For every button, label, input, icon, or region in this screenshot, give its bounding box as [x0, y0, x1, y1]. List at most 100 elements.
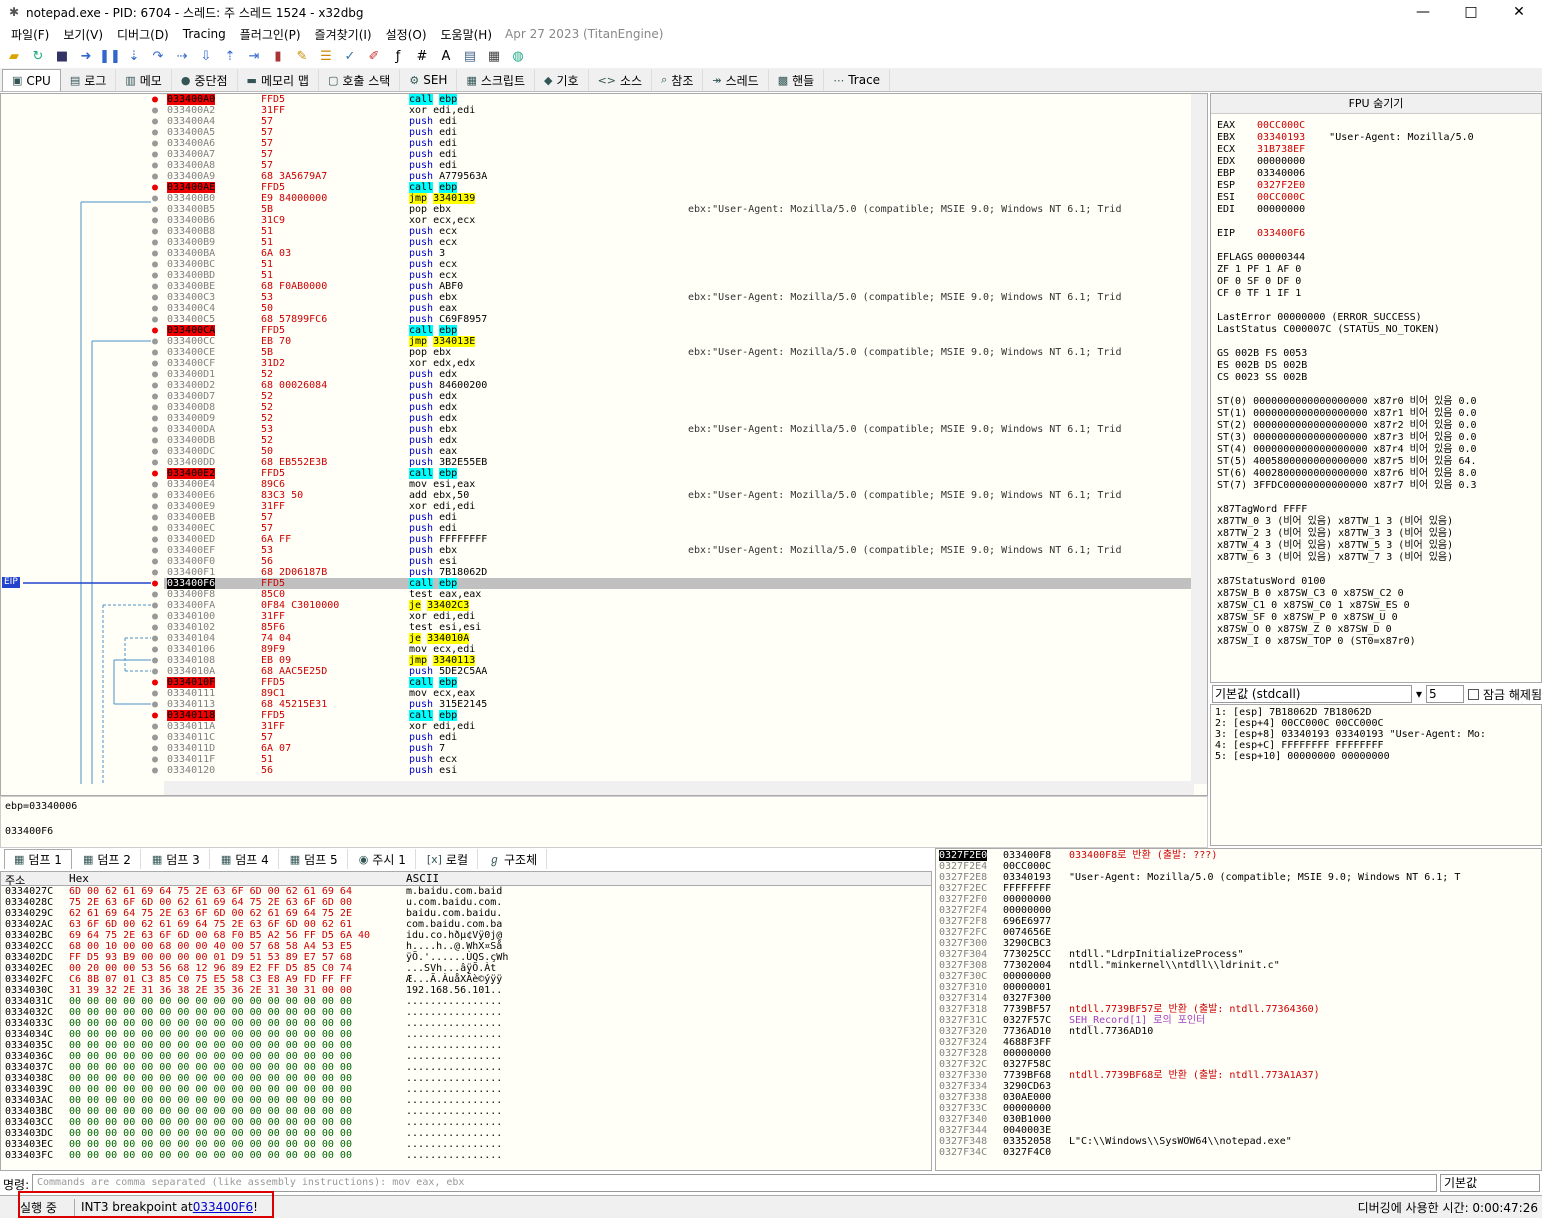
disasm-row[interactable]: 033400FA 0F84 C3010000 je 33402C3	[164, 600, 1194, 611]
register-line[interactable]: ES 002B DS 002B	[1211, 360, 1541, 372]
breakpoint-slot[interactable]	[152, 646, 158, 653]
register-line[interactable]: ST(1) 0000000000000000000 x87r1 비어 있음 0.…	[1211, 408, 1541, 420]
close-icon[interactable]: ■	[52, 46, 72, 66]
register-value[interactable]: 00000344	[1257, 252, 1305, 263]
dump-col-ascii[interactable]: ASCII	[406, 872, 439, 885]
stack-row[interactable]: 0327F2F0 00000000	[936, 894, 1541, 905]
disasm-row[interactable]: 033400CE 5B pop ebx ebx:"User-Agent: Mozill…	[164, 347, 1194, 358]
breakpoint-slot[interactable]	[152, 657, 158, 664]
execute-till-return-icon[interactable]: ⇡	[220, 46, 240, 66]
dump-row[interactable]: 0334028C 75 2E 63 6F 6D 00 62 61 69 64 75…	[1, 897, 931, 908]
breakpoint-dot[interactable]	[152, 470, 158, 477]
stack-row[interactable]: 0327F338 030AE000	[936, 1092, 1541, 1103]
menu-item[interactable]: 도움말(H)	[434, 26, 500, 43]
tab-8[interactable]: ▦ 스크립트	[457, 69, 536, 91]
dump-row[interactable]: 033403DC 00 00 00 00 00 00 00 00 00 00 00…	[1, 1128, 931, 1139]
disasm-row[interactable]: 033400B8 51 push ecx	[164, 226, 1194, 237]
breakpoint-slot[interactable]	[152, 426, 158, 433]
disasm-row[interactable]: 033400CA FFD5 call ebp	[164, 325, 1194, 336]
tab-2[interactable]: ▤ 로그	[61, 69, 117, 91]
register-line[interactable]: x87TW_0 3 (비어 있음) x87TW_1 3 (비어 있음)	[1211, 516, 1541, 528]
tab-11[interactable]: ⌕ 참조	[652, 69, 704, 91]
dump-row[interactable]: 0334034C 00 00 00 00 00 00 00 00 00 00 00…	[1, 1029, 931, 1040]
disasm-row[interactable]: 033400A8 57 push edi	[164, 160, 1194, 171]
disasm-row[interactable]: 033400A6 57 push edi	[164, 138, 1194, 149]
dump-row[interactable]: 033403CC 00 00 00 00 00 00 00 00 00 00 00…	[1, 1117, 931, 1128]
register-line[interactable]: ST(6) 4002800000000000000 x87r6 비어 있음 8.…	[1211, 468, 1541, 480]
register-line[interactable]: EFLAGS 00000344	[1211, 252, 1541, 264]
disasm-row[interactable]: 033400E2 FFD5 call ebp	[164, 468, 1194, 479]
register-line[interactable]: ST(2) 0000000000000000000 x87r2 비어 있음 0.…	[1211, 420, 1541, 432]
tab-10[interactable]: <> 소스	[589, 69, 653, 91]
register-line[interactable]: EDX 00000000	[1211, 156, 1541, 168]
register-line[interactable]: EDI 00000000	[1211, 204, 1541, 216]
stack-row[interactable]: 0327F314 0327F300	[936, 993, 1541, 1004]
disasm-row[interactable]: 033400EC 57 push edi	[164, 523, 1194, 534]
register-line[interactable]: LastStatus C000007C (STATUS_NO_TOKEN)	[1211, 324, 1541, 336]
minimize-button[interactable]: —	[1400, 0, 1446, 24]
disasm-row[interactable]: 033400A0 FFD5 call ebp	[164, 94, 1194, 105]
breakpoint-slot[interactable]	[152, 107, 158, 114]
disasm-row[interactable]: 033400A4 57 push edi	[164, 116, 1194, 127]
stack-row[interactable]: 0327F304 773025CC ntdll."LdrpInitializePro…	[936, 949, 1541, 960]
stack-arg-line[interactable]: 2: [esp+4] 00CC000C 00CC000C	[1215, 718, 1537, 729]
dump-row[interactable]: 0334030C 31 39 32 2E 31 36 38 2E 35 36 2E…	[1, 985, 931, 996]
stack-arg-line[interactable]: 5: [esp+10] 00000000 00000000	[1215, 751, 1537, 762]
lock-checkbox[interactable]	[1468, 688, 1479, 700]
disasm-row[interactable]: 0334011F 51 push ecx	[164, 754, 1194, 765]
register-line[interactable]: x87SW_C1 0 x87SW_C0 1 x87SW_ES 0	[1211, 600, 1541, 612]
dump-row[interactable]: 0334031C 00 00 00 00 00 00 00 00 00 00 00…	[1, 996, 931, 1007]
disasm-row[interactable]: 033400BC 51 push ecx	[164, 259, 1194, 270]
breakpoint-dot[interactable]	[152, 327, 158, 334]
dump-row[interactable]: 033403EC 00 00 00 00 00 00 00 00 00 00 00…	[1, 1139, 931, 1150]
stack-row[interactable]: 0327F334 3290CD63	[936, 1081, 1541, 1092]
breakpoint-slot[interactable]	[152, 437, 158, 444]
register-line[interactable]: ESI 00CC000C	[1211, 192, 1541, 204]
register-line[interactable]: x87TW_2 3 (비어 있음) x87TW_3 3 (비어 있음)	[1211, 528, 1541, 540]
disasm-row[interactable]: 03340113 68 45215E31 push 315E2145	[164, 699, 1194, 710]
breakpoint-slot[interactable]	[152, 701, 158, 708]
register-line[interactable]	[1211, 492, 1541, 504]
stack-row[interactable]: 0327F2FC 0074656E	[936, 927, 1541, 938]
stack-row[interactable]: 0327F34C 0327F4C0	[936, 1147, 1541, 1158]
stack-row[interactable]: 0327F2F4 00000000	[936, 905, 1541, 916]
breakpoint-slot[interactable]	[152, 415, 158, 422]
stack-pane[interactable]: 0327F2E0 033400F8 033400F8로 반환 (출발: ???) 03…	[935, 848, 1542, 1171]
register-value[interactable]: 31B738EF	[1257, 144, 1305, 155]
register-value[interactable]: 00CC000C	[1257, 192, 1305, 203]
disasm-row[interactable]: 033400EB 57 push edi	[164, 512, 1194, 523]
register-line[interactable]	[1211, 336, 1541, 348]
register-line[interactable]: ST(3) 0000000000000000000 x87r3 비어 있음 0.…	[1211, 432, 1541, 444]
dump-row[interactable]: 0334038C 00 00 00 00 00 00 00 00 00 00 00…	[1, 1073, 931, 1084]
register-line[interactable]	[1211, 564, 1541, 576]
register-line[interactable]: ST(0) 0000000000000000000 x87r0 비어 있음 0.…	[1211, 396, 1541, 408]
stack-row[interactable]: 0327F318 7739BF57 ntdll.7739BF57로 반환 (출발: …	[936, 1004, 1541, 1015]
dump-row[interactable]: 0334033C 00 00 00 00 00 00 00 00 00 00 00…	[1, 1018, 931, 1029]
patch-icon[interactable]: ▮	[268, 46, 288, 66]
stack-row[interactable]: 0327F324 4688F3FF	[936, 1037, 1541, 1048]
font-icon[interactable]: A	[436, 46, 456, 66]
stack-row[interactable]: 0327F31C 0327F57C SEH_Record[1] 로의 포인터	[936, 1015, 1541, 1026]
disasm-row[interactable]: 033400CC EB 70 jmp 334013E	[164, 336, 1194, 347]
disasm-row[interactable]: 033400ED 6A FF push FFFFFFFF	[164, 534, 1194, 545]
menu-item[interactable]: 즐겨찾기(I)	[308, 26, 379, 43]
register-line[interactable]: x87SW_SF 0 x87SW_P 0 x87SW_U 0	[1211, 612, 1541, 624]
register-value[interactable]: 00000000	[1257, 156, 1305, 167]
disasm-row[interactable]: 03340120 56 push esi	[164, 765, 1194, 776]
stack-row[interactable]: 0327F33C 00000000	[936, 1103, 1541, 1114]
disasm-row[interactable]: 033400D9 52 push edx	[164, 413, 1194, 424]
tab-13[interactable]: ▩ 핸들	[769, 69, 825, 91]
dump-tab-3[interactable]: ▦ 덤프 3	[143, 849, 210, 869]
trace-into-icon[interactable]: ⇢	[172, 46, 192, 66]
register-line[interactable]	[1211, 240, 1541, 252]
breakpoint-dot[interactable]	[152, 580, 158, 587]
register-line[interactable]	[1211, 300, 1541, 312]
breakpoint-slot[interactable]	[152, 239, 158, 246]
menu-item[interactable]: 플러그인(P)	[233, 26, 308, 43]
disasm-row[interactable]: 033400B0 E9 84000000 jmp 3340139	[164, 193, 1194, 204]
disasm-row[interactable]: 033400AE FFD5 call ebp	[164, 182, 1194, 193]
pause-icon[interactable]: ❚❚	[99, 46, 121, 66]
arg-count-spinner[interactable]: 5	[1426, 685, 1464, 703]
stack-row[interactable]: 0327F2E4 00CC000C	[936, 861, 1541, 872]
breakpoint-slot[interactable]	[152, 723, 158, 730]
